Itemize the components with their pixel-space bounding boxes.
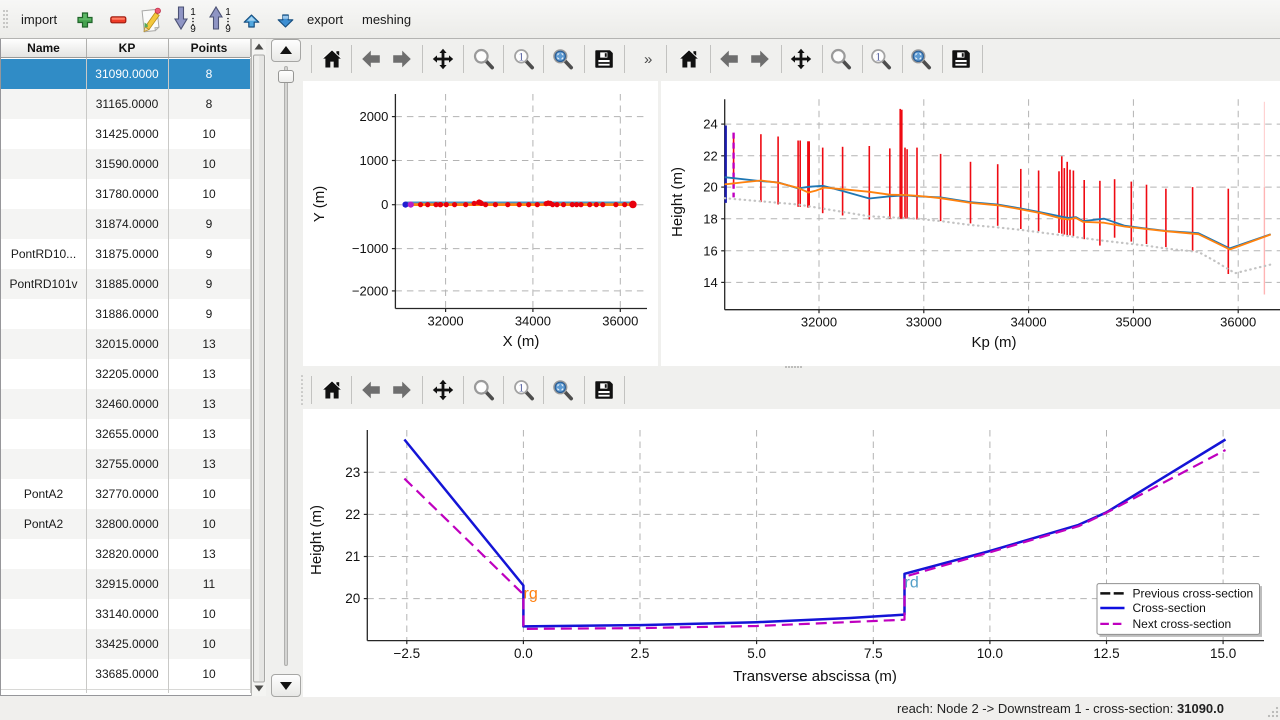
svg-text:−2.5: −2.5 <box>393 646 420 661</box>
svg-text:rg: rg <box>524 586 538 603</box>
svg-text:Transverse abscissa (m): Transverse abscissa (m) <box>733 668 897 685</box>
svg-text:32000: 32000 <box>428 314 464 329</box>
svg-text:−2000: −2000 <box>352 283 389 298</box>
svg-text:1000: 1000 <box>359 153 388 168</box>
svg-text:1: 1 <box>225 7 231 18</box>
svg-text:Next cross-section: Next cross-section <box>1133 617 1232 631</box>
svg-text:34000: 34000 <box>1011 315 1047 330</box>
svg-text:22: 22 <box>345 507 360 522</box>
svg-text:36000: 36000 <box>602 314 638 329</box>
svg-text:24: 24 <box>703 117 717 132</box>
svg-text:9: 9 <box>190 24 196 33</box>
svg-text:Height (m): Height (m) <box>308 505 325 575</box>
svg-text:15.0: 15.0 <box>1210 646 1236 661</box>
svg-text:Cross-section: Cross-section <box>1133 601 1206 615</box>
svg-text:1: 1 <box>190 7 196 18</box>
svg-text:32000: 32000 <box>801 315 837 330</box>
svg-text:1: 1 <box>518 51 524 63</box>
svg-text:14: 14 <box>703 275 717 290</box>
svg-text:Kp (m): Kp (m) <box>972 334 1017 351</box>
svg-text:36000: 36000 <box>1220 315 1256 330</box>
svg-text:20: 20 <box>703 180 717 195</box>
svg-text:23: 23 <box>345 465 360 480</box>
svg-text:Previous cross-section: Previous cross-section <box>1133 587 1254 601</box>
svg-text:5.0: 5.0 <box>747 646 766 661</box>
svg-text:Height (m): Height (m) <box>669 167 686 237</box>
svg-text:1: 1 <box>875 51 881 63</box>
svg-text:9: 9 <box>225 24 231 33</box>
svg-text:−1000: −1000 <box>352 241 389 256</box>
svg-text:2000: 2000 <box>359 109 388 124</box>
svg-text:33000: 33000 <box>906 315 942 330</box>
svg-text:34000: 34000 <box>515 314 551 329</box>
svg-text:16: 16 <box>703 243 717 258</box>
svg-text:7.5: 7.5 <box>864 646 883 661</box>
svg-text:20: 20 <box>345 591 360 606</box>
svg-text:1: 1 <box>518 382 524 394</box>
svg-text:35000: 35000 <box>1115 315 1151 330</box>
svg-text:X (m): X (m) <box>503 333 540 350</box>
svg-text:2.5: 2.5 <box>631 646 650 661</box>
svg-text:0: 0 <box>381 197 388 212</box>
svg-text:rd: rd <box>905 575 919 592</box>
svg-text:22: 22 <box>703 148 717 163</box>
svg-text:Y (m): Y (m) <box>311 186 328 222</box>
svg-text:10.0: 10.0 <box>977 646 1003 661</box>
svg-text:0.0: 0.0 <box>514 646 533 661</box>
svg-text:12.5: 12.5 <box>1093 646 1119 661</box>
svg-text:18: 18 <box>703 211 717 226</box>
svg-text:21: 21 <box>345 549 360 564</box>
